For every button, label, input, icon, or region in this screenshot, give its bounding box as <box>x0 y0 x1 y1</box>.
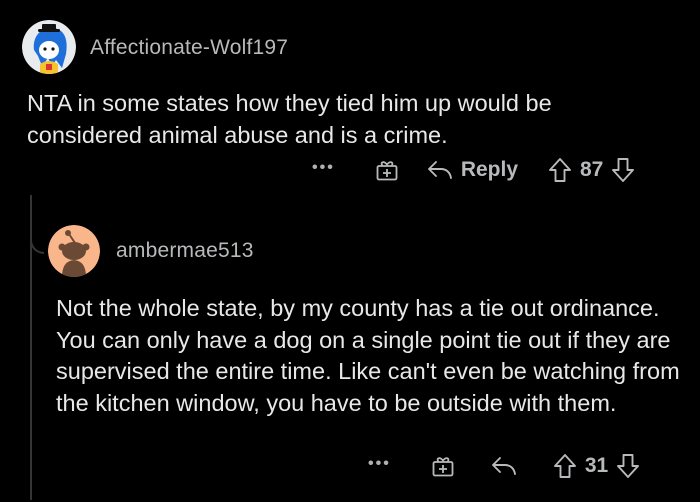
upvote-button[interactable] <box>553 453 577 479</box>
reply-username[interactable]: ambermae513 <box>116 239 254 263</box>
gift-icon <box>432 457 454 477</box>
comment-action-bar: ••• Reply 87 <box>312 157 635 183</box>
reply-button[interactable] <box>491 455 517 477</box>
award-button[interactable] <box>431 454 455 478</box>
score-count: 87 <box>580 158 604 181</box>
award-button[interactable] <box>375 158 399 182</box>
downvote-button[interactable] <box>616 453 640 479</box>
score-count: 31 <box>584 454 609 477</box>
downvote-button[interactable] <box>611 157 635 183</box>
arrow-down-icon <box>612 158 635 182</box>
thread-curve <box>30 198 44 254</box>
comment-header: Affectionate-Wolf197 <box>22 20 288 74</box>
more-options-button[interactable]: ••• <box>368 456 391 472</box>
snoo-avatar-icon <box>22 20 76 74</box>
user-avatar[interactable] <box>48 225 100 277</box>
comment-body: NTA in some states how they tied him up … <box>27 90 552 148</box>
more-options-button[interactable]: ••• <box>312 160 335 176</box>
reply-arrow-icon <box>491 457 516 475</box>
reply-action-bar: ••• 31 <box>368 453 640 479</box>
reply-button[interactable]: Reply <box>427 158 518 182</box>
reply-label: Reply <box>460 158 518 181</box>
upvote-button[interactable] <box>548 157 572 183</box>
arrow-up-icon <box>549 158 571 182</box>
reply-header: ambermae513 <box>48 225 254 277</box>
default-snoo-avatar-icon <box>48 225 100 277</box>
gift-icon <box>376 161 398 181</box>
reply-body: Not the whole state, by my county has a … <box>56 295 680 416</box>
reply-arrow-icon <box>427 161 452 179</box>
arrow-down-icon <box>617 454 640 478</box>
user-avatar[interactable] <box>22 20 76 74</box>
arrow-up-icon <box>553 454 576 478</box>
comment-username[interactable]: Affectionate-Wolf197 <box>90 36 288 60</box>
